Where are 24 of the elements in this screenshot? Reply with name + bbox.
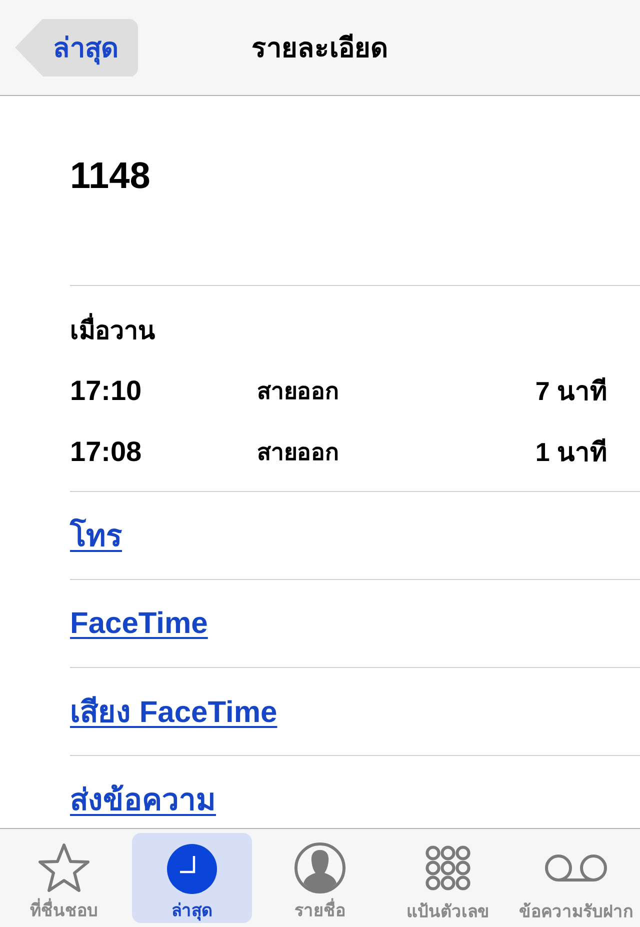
action-link[interactable]: ส่งข้อความ	[70, 776, 216, 823]
tab[interactable]: ข้อความรับฝาก	[516, 833, 636, 923]
call-duration: 7 นาที	[535, 375, 607, 408]
call-time: 17:10	[70, 374, 143, 406]
action-link[interactable]: เสียง FaceTime	[70, 688, 278, 735]
call-duration: 1 นาที	[535, 436, 607, 469]
tab[interactable]: ล่าสุด	[132, 833, 252, 923]
tab[interactable]: ที่ชื่นชอบ	[4, 833, 124, 923]
call-type: สายออก	[257, 376, 340, 406]
star-icon	[37, 842, 91, 894]
screen-title: รายละเอียด	[252, 32, 388, 65]
action-link[interactable]: โทร	[70, 512, 122, 559]
action-link[interactable]: FaceTime	[70, 606, 208, 640]
keypad-icon	[425, 845, 471, 891]
date-heading: เมื่อวาน	[70, 312, 640, 350]
tab[interactable]: รายชื่อ	[260, 833, 380, 923]
tab[interactable]: แป้นตัวเลข	[388, 833, 508, 923]
clock-icon	[167, 844, 217, 894]
call-type: สายออก	[257, 438, 340, 466]
back-button[interactable]: ล่าสุด	[15, 18, 138, 76]
call-time: 17:08	[70, 436, 143, 468]
person-icon	[294, 842, 346, 894]
voicemail-icon	[545, 854, 607, 882]
phone-number: 1148	[70, 154, 152, 198]
